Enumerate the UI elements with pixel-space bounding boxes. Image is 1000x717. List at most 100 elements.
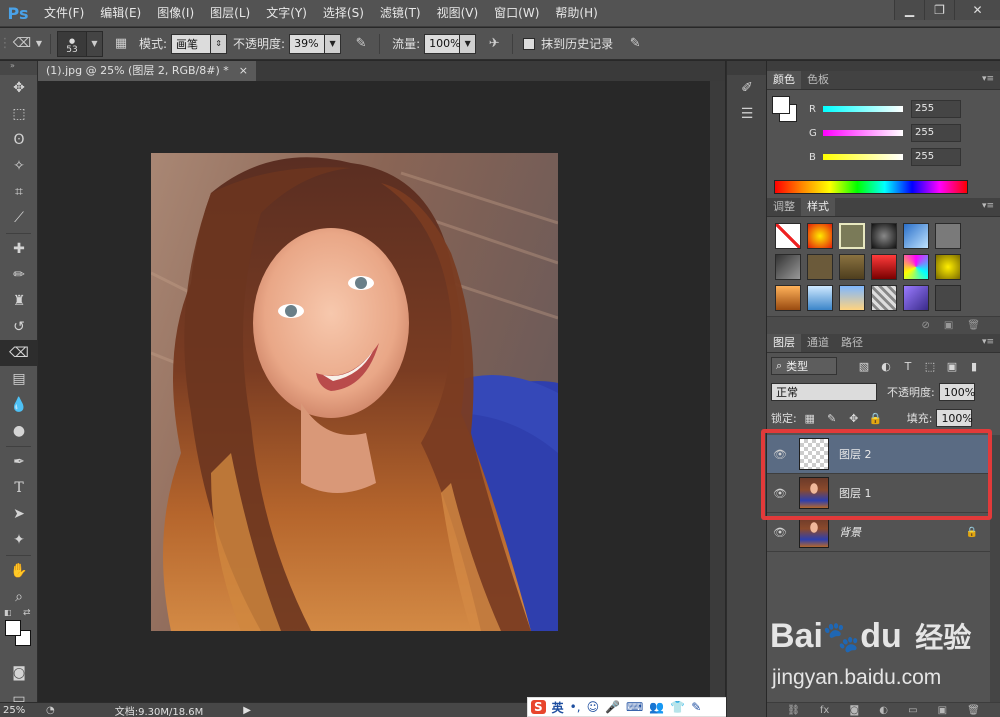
default-colors-icon[interactable]: ◧ bbox=[4, 608, 12, 617]
style-swatch[interactable] bbox=[871, 223, 897, 249]
crop-tool-icon[interactable]: ⌗ bbox=[0, 179, 38, 205]
delete-layer-icon[interactable]: 🗑 bbox=[967, 705, 980, 716]
ime-language[interactable]: 英 bbox=[552, 699, 564, 716]
visibility-eye-icon[interactable]: 👁 bbox=[767, 526, 793, 539]
green-value[interactable]: 255 bbox=[911, 124, 961, 142]
lock-position-icon[interactable]: ✥ bbox=[845, 409, 863, 427]
filter-shape-icon[interactable]: ⬚ bbox=[921, 357, 939, 375]
new-layer-icon[interactable]: ▣ bbox=[938, 705, 947, 716]
style-swatch[interactable] bbox=[903, 285, 929, 311]
style-none-swatch[interactable] bbox=[775, 223, 801, 249]
ime-tools-icon[interactable]: ✎ bbox=[691, 700, 701, 714]
canvas-area[interactable] bbox=[38, 81, 710, 702]
pen-tool-icon[interactable]: ✒ bbox=[0, 449, 38, 475]
filter-type-icon[interactable]: T bbox=[899, 357, 917, 375]
close-document-icon[interactable]: × bbox=[239, 61, 248, 81]
tab-adjustments[interactable]: 调整 bbox=[767, 198, 801, 216]
ime-skin-icon[interactable]: 👕 bbox=[670, 700, 685, 714]
style-swatch[interactable] bbox=[903, 254, 929, 280]
custom-shape-tool-icon[interactable]: ✦ bbox=[0, 527, 38, 553]
opacity-dropdown-icon[interactable]: ▼ bbox=[325, 33, 342, 54]
gradient-tool-icon[interactable]: ▤ bbox=[0, 366, 38, 392]
menu-layer[interactable]: 图层(L) bbox=[202, 0, 258, 27]
menu-view[interactable]: 视图(V) bbox=[429, 0, 487, 27]
clear-style-icon[interactable]: ⊘ bbox=[921, 320, 929, 331]
menu-filter[interactable]: 滤镜(T) bbox=[372, 0, 429, 27]
mode-select[interactable]: 画笔 bbox=[171, 33, 212, 54]
color-fg-swatch[interactable] bbox=[772, 96, 790, 114]
brush-panel-icon[interactable]: ▦ bbox=[109, 33, 133, 55]
style-swatch[interactable] bbox=[775, 254, 801, 280]
dock-collapse-icon[interactable] bbox=[727, 61, 766, 75]
canvas-image[interactable] bbox=[151, 153, 558, 631]
menu-edit[interactable]: 编辑(E) bbox=[92, 0, 149, 27]
delete-style-icon[interactable]: 🗑 bbox=[967, 320, 980, 331]
red-slider[interactable] bbox=[823, 106, 903, 112]
visibility-eye-icon[interactable]: 👁 bbox=[767, 448, 793, 461]
style-swatch[interactable] bbox=[839, 223, 865, 249]
lock-pixels-icon[interactable]: ✎ bbox=[823, 409, 841, 427]
style-swatch[interactable] bbox=[839, 285, 865, 311]
layer-style-fx-icon[interactable]: fx bbox=[820, 705, 829, 716]
tab-layers[interactable]: 图层 bbox=[767, 334, 801, 352]
fill-input[interactable]: 100% bbox=[936, 409, 973, 427]
layer-row[interactable]: 👁 背景 🔒 bbox=[767, 513, 1000, 552]
path-selection-tool-icon[interactable]: ➤ bbox=[0, 501, 38, 527]
layer-row[interactable]: 👁 图层 1 bbox=[767, 474, 1000, 513]
mode-dropdown-icon[interactable]: ⇕ bbox=[211, 33, 228, 54]
document-tab[interactable]: (1).jpg @ 25% (图层 2, RGB/8#) * × bbox=[38, 61, 256, 81]
dodge-tool-icon[interactable]: ● bbox=[0, 418, 38, 444]
opacity-input[interactable]: 39% bbox=[289, 33, 326, 54]
menu-type[interactable]: 文字(Y) bbox=[258, 0, 315, 27]
blue-value[interactable]: 255 bbox=[911, 148, 961, 166]
style-swatch[interactable] bbox=[807, 223, 833, 249]
brush-size-picker[interactable]: ● 53 bbox=[57, 30, 87, 57]
style-swatch[interactable] bbox=[903, 223, 929, 249]
pressure-size-icon[interactable]: ✎ bbox=[623, 33, 647, 55]
lock-transparency-icon[interactable]: ▦ bbox=[801, 409, 819, 427]
pressure-opacity-icon[interactable]: ✎ bbox=[349, 33, 373, 55]
add-mask-icon[interactable]: ◙ bbox=[849, 705, 859, 716]
minimize-icon[interactable]: ▁ bbox=[894, 0, 924, 20]
chevron-down-icon[interactable]: ▼ bbox=[34, 33, 44, 55]
zoom-tool-icon[interactable]: ⌕ bbox=[0, 584, 38, 610]
flow-dropdown-icon[interactable]: ▼ bbox=[460, 33, 477, 54]
style-swatch[interactable] bbox=[839, 254, 865, 280]
green-slider[interactable] bbox=[823, 130, 903, 136]
ime-voice-icon[interactable]: 🎤 bbox=[605, 700, 620, 714]
swap-colors-icon[interactable]: ⇄ bbox=[23, 608, 31, 618]
layer-filter-select[interactable]: ⌕ 类型 bbox=[771, 357, 837, 375]
style-swatch[interactable] bbox=[935, 285, 961, 311]
ime-user-icon[interactable]: 👥 bbox=[649, 700, 664, 714]
eyedropper-tool-icon[interactable]: ⟋ bbox=[0, 205, 38, 231]
foreground-color-swatch[interactable] bbox=[5, 620, 21, 636]
tool-presets-icon[interactable]: ✐ bbox=[727, 75, 767, 101]
tab-channels[interactable]: 通道 bbox=[801, 334, 835, 352]
panel-menu-icon[interactable]: ▾≡ bbox=[982, 74, 994, 84]
tab-swatches[interactable]: 色板 bbox=[801, 71, 835, 89]
marquee-tool-icon[interactable]: ⬚ bbox=[0, 101, 38, 127]
style-swatch[interactable] bbox=[935, 223, 961, 249]
blend-mode-select[interactable]: 正常 bbox=[771, 383, 877, 401]
new-group-icon[interactable]: ▭ bbox=[908, 705, 917, 716]
style-swatch[interactable] bbox=[871, 285, 897, 311]
panel-collapse-bar[interactable] bbox=[767, 61, 1000, 71]
type-tool-icon[interactable]: T bbox=[0, 475, 38, 501]
ime-punctuation-icon[interactable]: •, bbox=[570, 700, 581, 714]
menu-image[interactable]: 图像(I) bbox=[149, 0, 202, 27]
style-swatch[interactable] bbox=[871, 254, 897, 280]
brush-tool-icon[interactable]: ✏ bbox=[0, 262, 38, 288]
blur-tool-icon[interactable]: 💧 bbox=[0, 392, 38, 418]
ime-keyboard-icon[interactable]: ⌨ bbox=[626, 700, 643, 714]
ime-emoji-icon[interactable]: ☺ bbox=[587, 700, 600, 714]
new-adjustment-icon[interactable]: ◐ bbox=[879, 705, 888, 716]
zoom-level[interactable]: 25% bbox=[0, 705, 46, 716]
filter-adjustment-icon[interactable]: ◐ bbox=[877, 357, 895, 375]
filter-smart-object-icon[interactable]: ▣ bbox=[943, 357, 961, 375]
quick-mask-icon[interactable]: ◙ bbox=[0, 660, 38, 686]
layer-opacity-input[interactable]: 100% bbox=[938, 383, 975, 401]
layer-row[interactable]: 👁 图层 2 bbox=[767, 435, 1000, 474]
healing-brush-tool-icon[interactable]: ✚ bbox=[0, 236, 38, 262]
color-spectrum-ramp[interactable] bbox=[774, 180, 968, 194]
blue-slider[interactable] bbox=[823, 154, 903, 160]
